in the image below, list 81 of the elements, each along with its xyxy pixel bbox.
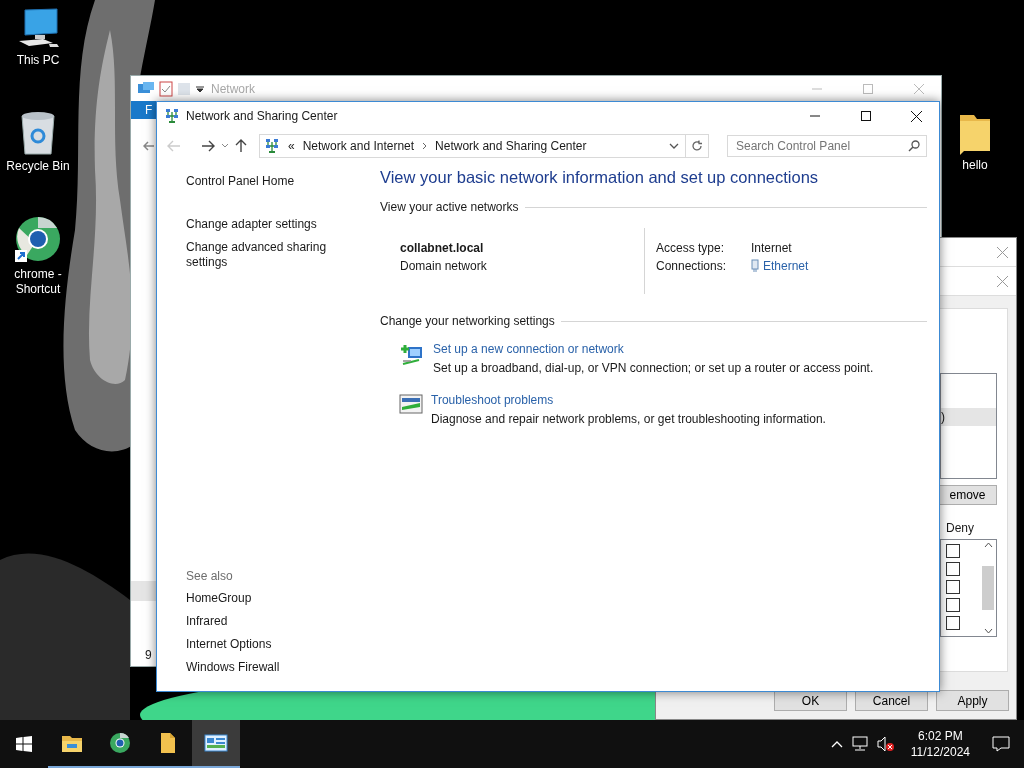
section-heading: View your active networks (380, 200, 519, 214)
refresh-icon[interactable] (691, 140, 703, 152)
sidebar-link[interactable]: Infrared (186, 614, 346, 629)
clock-time[interactable]: 6:02 PM (918, 728, 963, 744)
scrollbar-thumb[interactable] (982, 566, 994, 610)
window-title: Network and Sharing Center (186, 109, 339, 123)
desktop-icon-label[interactable]: chrome - Shortcut (0, 267, 76, 297)
field-label: Connections: (656, 259, 728, 273)
chevron-down-icon[interactable] (221, 143, 229, 149)
checkbox[interactable] (946, 598, 960, 612)
network-category: Domain network (400, 259, 488, 273)
search-field[interactable]: Search Control Panel (727, 135, 927, 157)
close-icon[interactable] (911, 110, 922, 122)
properties-icon[interactable] (159, 80, 173, 97)
address-bar[interactable]: « Network and Internet Network and Sharing Center (259, 134, 686, 158)
sidebar-link[interactable]: HomeGroup (186, 591, 346, 606)
sidebar-link[interactable]: Change adapter settings (186, 217, 346, 232)
network-icon (264, 138, 280, 154)
task-link[interactable]: Set up a new connection or network (433, 342, 874, 356)
selected-row[interactable] (131, 581, 157, 601)
chrome-icon[interactable] (109, 732, 131, 754)
volume-muted-icon[interactable] (876, 736, 895, 752)
up-arrow-icon[interactable] (235, 139, 247, 153)
sidebar-link[interactable]: Control Panel Home (186, 174, 346, 189)
checkbox[interactable] (946, 616, 960, 630)
network-icon[interactable] (850, 736, 869, 752)
status-text: 9 (145, 648, 152, 662)
sidebar-link[interactable]: Change advanced sharing settings (186, 240, 346, 270)
network-name: collabnet.local (400, 241, 485, 255)
checkbox[interactable] (946, 580, 960, 594)
remove-button[interactable]: emove (938, 485, 997, 505)
task-link[interactable]: Troubleshoot problems (431, 393, 826, 407)
control-panel-icon[interactable] (204, 733, 228, 753)
sidebar-link[interactable]: Windows Firewall (186, 660, 346, 675)
clock-date[interactable]: 11/12/2024 (910, 744, 970, 760)
file-explorer-icon[interactable] (61, 733, 83, 753)
checkbox[interactable] (946, 562, 960, 576)
dialog-button[interactable]: Apply (936, 690, 1009, 711)
folder-icon (958, 113, 992, 155)
new-connection-icon (399, 342, 425, 368)
notification-icon[interactable] (992, 736, 1010, 752)
start-icon[interactable] (16, 736, 32, 752)
chevron-up-icon[interactable] (830, 740, 843, 748)
section-label: See also (186, 569, 234, 583)
field-label: Access type: (656, 241, 726, 255)
list-item[interactable]: ) (941, 408, 996, 426)
search-icon[interactable] (908, 140, 920, 152)
document-folder-icon[interactable] (160, 732, 176, 754)
field-value: Internet (751, 241, 793, 255)
task-description: Diagnose and repair network problems, or get troubleshooting information. (431, 412, 826, 426)
dropdown-icon[interactable] (195, 83, 205, 94)
forward-arrow-icon[interactable] (201, 140, 215, 152)
maximize-icon[interactable] (860, 111, 871, 121)
ribbon-tab[interactable]: F (131, 101, 157, 119)
connection-link[interactable]: Ethernet (763, 259, 809, 273)
network-icon (164, 108, 180, 124)
chevron-right-icon (422, 142, 428, 150)
back-arrow-icon[interactable] (143, 140, 155, 152)
ethernet-icon (751, 259, 759, 273)
taskbar-button[interactable] (192, 720, 240, 768)
sidebar-link[interactable]: Internet Options (186, 637, 346, 652)
desktop-icon-label[interactable]: hello (962, 158, 988, 173)
chevron-down-icon[interactable] (669, 142, 679, 150)
chrome-shortcut-icon (13, 214, 63, 264)
breadcrumb-overflow[interactable]: « (288, 139, 295, 153)
troubleshoot-icon (399, 393, 423, 415)
column-header: Deny (945, 521, 975, 535)
task-description: Set up a broadband, dial-up, or VPN connection; or set up a router or access point. (433, 361, 874, 375)
dialog-button[interactable]: OK (774, 690, 847, 711)
desktop-icon-label[interactable]: Recycle Bin (6, 159, 70, 174)
breadcrumb[interactable]: Network and Internet (302, 139, 415, 153)
scroll-down-icon[interactable] (983, 628, 993, 634)
desktop-icon-label[interactable]: This PC (16, 53, 60, 68)
dialog-button[interactable]: Cancel (855, 690, 928, 711)
window-title: Network (211, 81, 255, 96)
checkbox[interactable] (946, 544, 960, 558)
scroll-up-icon[interactable] (983, 542, 993, 548)
section-heading: Change your networking settings (380, 314, 555, 328)
recycle-bin-icon (18, 110, 58, 156)
breadcrumb[interactable]: Network and Sharing Center (435, 139, 587, 153)
page-heading: View your basic network information and set up connections (380, 168, 820, 187)
